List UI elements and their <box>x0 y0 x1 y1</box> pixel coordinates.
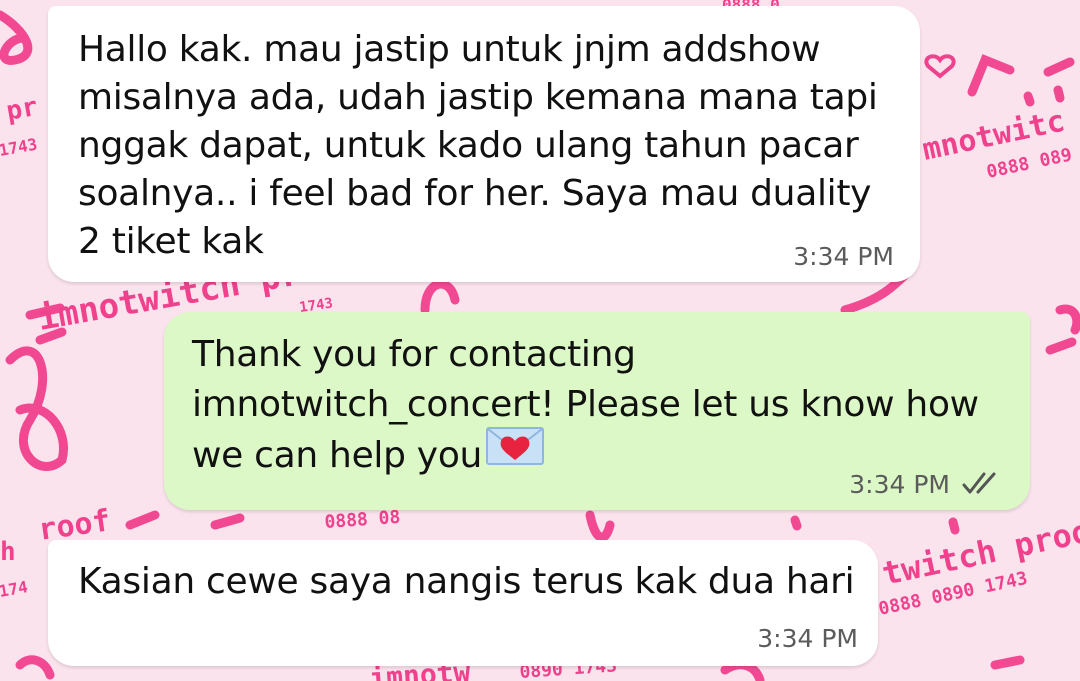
message-timestamp: 3:34 PM <box>757 624 858 653</box>
message-text: Thank you for contacting imnotwitch_conc… <box>192 330 1022 484</box>
doodle-dash <box>125 510 160 530</box>
message-text: Hallo kak. mau jastip untuk jnjm addshow… <box>78 29 878 262</box>
doodle-dot <box>790 515 802 531</box>
watermark-phone: 0888 08 <box>324 507 401 533</box>
incoming-message-bubble[interactable]: Hallo kak. mau jastip untuk jnjm addshow… <box>48 6 920 282</box>
doodle-arc <box>420 279 460 315</box>
doodle-dash <box>990 655 1025 670</box>
watermark-text: pr <box>4 92 40 127</box>
doodle-bracket <box>967 54 1015 97</box>
doodle-dash <box>1043 57 1075 77</box>
doodle-swirl <box>0 10 33 65</box>
heart-doodle <box>924 54 956 79</box>
watermark-text: h <box>0 537 16 567</box>
message-text: Kasian cewe saya nangis terus kak dua ha… <box>78 561 855 602</box>
doodle-dot <box>1023 91 1035 107</box>
watermark-text: 174 <box>0 577 29 601</box>
doodle-dash <box>210 513 245 530</box>
message-text-content: Thank you for contacting imnotwitch_conc… <box>192 334 979 476</box>
doodle-dash <box>1045 337 1077 355</box>
doodle-arc <box>720 660 765 681</box>
love-letter-emoji <box>486 426 545 480</box>
doodle-arc <box>585 510 615 542</box>
doodle-loop <box>5 346 68 471</box>
doodle-dot <box>948 517 960 535</box>
message-timestamp: 3:34 PM <box>793 242 894 271</box>
doodle-arc <box>1055 304 1080 335</box>
message-timestamp: 3:34 PM <box>849 470 950 499</box>
read-double-check-icon <box>962 472 996 494</box>
doodle-arc <box>15 655 55 680</box>
outgoing-message-bubble[interactable]: Thank you for contacting imnotwitch_conc… <box>164 312 1030 510</box>
doodle-dot <box>1053 85 1065 103</box>
incoming-message-bubble[interactable]: Kasian cewe saya nangis terus kak dua ha… <box>48 540 878 666</box>
watermark-text: 1743 <box>0 135 39 160</box>
